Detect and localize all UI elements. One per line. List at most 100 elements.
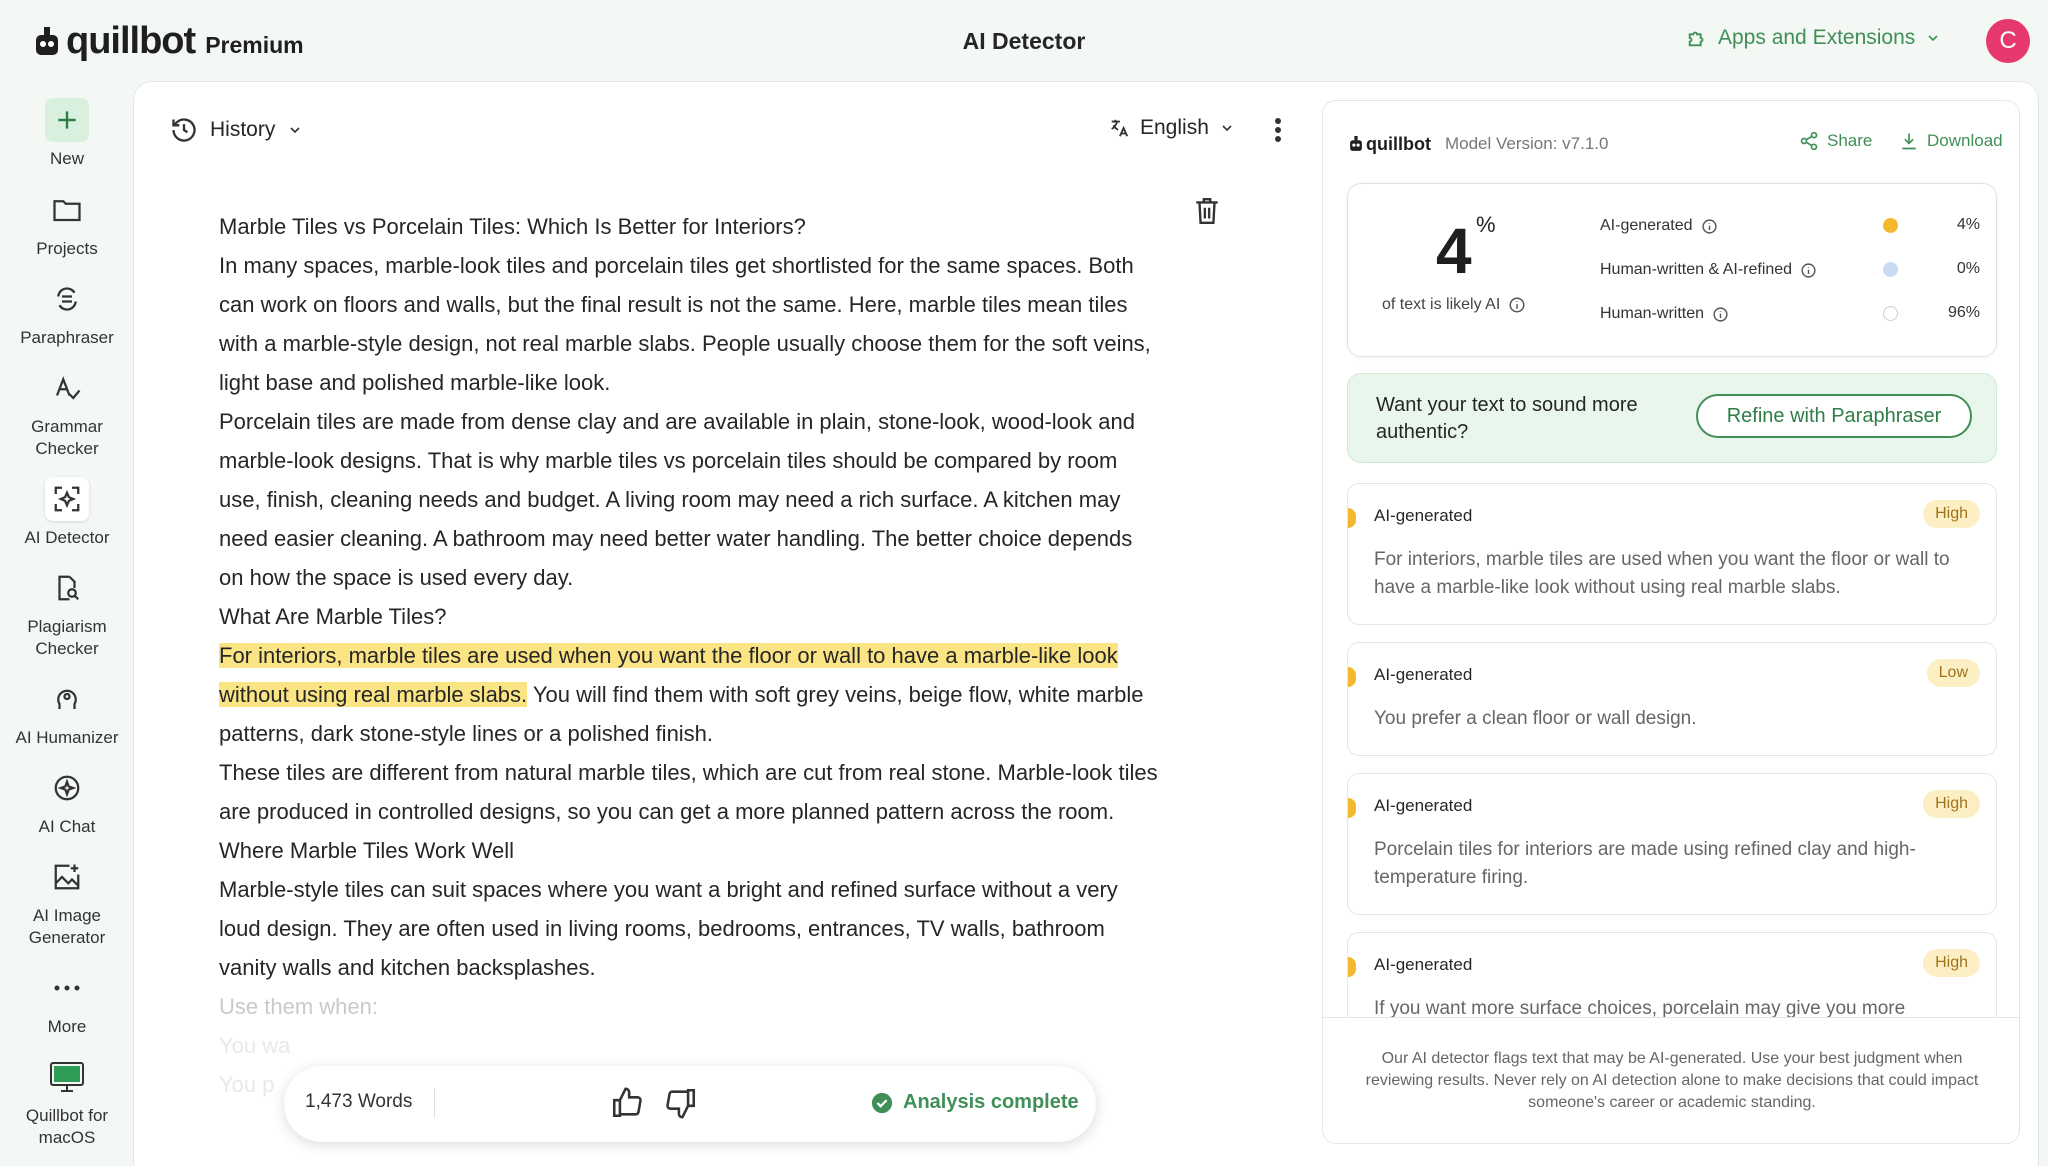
- more-options-button[interactable]: [1268, 116, 1288, 149]
- share-button[interactable]: Share: [1799, 131, 1872, 151]
- apps-and-extensions-button[interactable]: Apps and Extensions: [1686, 26, 1941, 50]
- result-card[interactable]: AI-generated High If you want more surfa…: [1347, 932, 1997, 1021]
- divider: [434, 1088, 435, 1118]
- macos-icon: [45, 1055, 89, 1099]
- history-dropdown[interactable]: History: [170, 116, 303, 144]
- doc-paragraph: In many spaces, marble-look tiles and po…: [219, 253, 1151, 395]
- top-bar: quillbot Premium AI Detector Apps and Ex…: [0, 0, 2048, 82]
- result-badge: Low: [1926, 659, 1980, 687]
- more-icon: [45, 966, 89, 1010]
- breakdown-row-ai-generated: AI-generated 4%: [1600, 214, 1980, 238]
- doc-heading: What Are Marble Tiles?: [219, 604, 447, 629]
- result-badge: High: [1923, 790, 1980, 818]
- sidebar-item-ai-humanizer[interactable]: AI Humanizer: [0, 677, 134, 749]
- result-label: AI-generated: [1374, 665, 1473, 684]
- download-icon: [1902, 133, 1916, 150]
- quillbot-logo-icon: [1350, 136, 1362, 151]
- folder-icon: [45, 188, 89, 232]
- document-text[interactable]: Marble Tiles vs Porcelain Tiles: Which I…: [219, 207, 1159, 1104]
- thumbs-down-button[interactable]: [664, 1086, 698, 1125]
- download-button[interactable]: Download: [1899, 131, 2003, 151]
- plagiarism-icon: [45, 566, 89, 610]
- sidebar-item-ai-image-generator[interactable]: AI Image Generator: [0, 855, 134, 949]
- ai-score-caption: of text is likely AI: [1382, 296, 1526, 314]
- result-text: Porcelain tiles for interiors are made u…: [1374, 839, 1916, 888]
- refine-prompt-text: Want your text to sound more authentic?: [1376, 394, 1638, 443]
- doc-line-faded: You wa: [219, 1033, 291, 1058]
- sidebar-item-label: AI Chat: [38, 817, 96, 836]
- result-indicator: [1348, 957, 1356, 977]
- breakdown-value: 96%: [1947, 304, 1980, 321]
- ai-detection-results-panel: quillbot Model Version: v7.1.0 Share Dow…: [1322, 100, 2020, 1144]
- ai-score-value: 4: [1436, 215, 1472, 287]
- result-label: AI-generated: [1374, 796, 1473, 815]
- logo-mark: quillbot: [34, 20, 196, 63]
- sidebar-item-grammar-checker[interactable]: Grammar Checker: [0, 366, 134, 460]
- refine-with-paraphraser-button[interactable]: Refine with Paraphraser: [1696, 394, 1972, 438]
- ai-score-card: 4 % of text is likely AI AI-generated 4%…: [1347, 183, 1997, 357]
- sidebar-item-new[interactable]: New: [0, 98, 134, 170]
- sidebar-item-ai-chat[interactable]: AI Chat: [0, 766, 134, 838]
- check-circle-icon: [871, 1092, 893, 1113]
- disclaimer-text: Our AI detector flags text that may be A…: [1365, 1050, 1979, 1111]
- sidebar-item-label: AI Detector: [24, 528, 110, 547]
- thumbs-down-icon: [666, 1088, 696, 1119]
- info-icon[interactable]: [1712, 306, 1729, 323]
- result-card[interactable]: AI-generated High For interiors, marble …: [1347, 483, 1997, 625]
- results-list: AI-generated High For interiors, marble …: [1347, 483, 1997, 1021]
- result-indicator: [1348, 667, 1356, 687]
- editor-status-bar: 1,473 Words Analysis complete: [284, 1066, 1096, 1142]
- language-dropdown[interactable]: English: [1108, 116, 1235, 140]
- breakdown-dot-ai: [1883, 218, 1898, 233]
- result-card[interactable]: AI-generated High Porcelain tiles for in…: [1347, 773, 1997, 915]
- result-badge: High: [1923, 949, 1980, 977]
- chevron-down-icon: [1222, 125, 1232, 132]
- refine-prompt-card: Want your text to sound more authentic? …: [1347, 373, 1997, 463]
- doc-line: Marble Tiles vs Porcelain Tiles: Which I…: [219, 214, 806, 239]
- breakdown-value: 0%: [1956, 260, 1980, 277]
- thumbs-up-button[interactable]: [610, 1086, 644, 1125]
- ai-score-caption-text: of text is likely AI: [1382, 296, 1501, 313]
- sidebar-item-quillbot-for-macos[interactable]: Quillbot for macOS: [0, 1055, 134, 1149]
- quillbot-logo[interactable]: quillbot Premium: [34, 20, 304, 63]
- breakdown-row-human-written: Human-written 96%: [1600, 302, 1980, 326]
- avatar[interactable]: C: [1986, 19, 2030, 63]
- result-text: For interiors, marble tiles are used whe…: [1374, 549, 1950, 598]
- panel-header: quillbot Model Version: v7.1.0 Share Dow…: [1349, 129, 2003, 159]
- puzzle-icon: [1688, 31, 1704, 47]
- result-label: AI-generated: [1374, 506, 1473, 525]
- info-icon[interactable]: [1701, 218, 1718, 235]
- breakdown-label: Human-written: [1600, 305, 1705, 322]
- sidebar: New Projects Paraphraser Grammar Checker…: [0, 82, 134, 1166]
- delete-text-button[interactable]: [1194, 196, 1220, 231]
- sidebar-item-ai-detector[interactable]: AI Detector: [0, 477, 134, 549]
- share-icon: [1800, 131, 1818, 151]
- sidebar-item-plagiarism-checker[interactable]: Plagiarism Checker: [0, 566, 134, 660]
- grammar-icon: [45, 366, 89, 410]
- history-icon: [172, 118, 196, 142]
- analysis-status: Analysis complete: [871, 1091, 1079, 1114]
- doc-paragraph: These tiles are different from natural m…: [219, 760, 1158, 824]
- language-label: English: [1140, 116, 1209, 139]
- sidebar-item-label: New: [49, 149, 84, 168]
- disclaimer: Our AI detector flags text that may be A…: [1323, 1017, 2019, 1143]
- sidebar-item-paraphraser[interactable]: Paraphraser: [0, 277, 134, 349]
- doc-line-faded: Use them when:: [219, 994, 378, 1019]
- model-version: Model Version: v7.1.0: [1444, 134, 1609, 153]
- kebab-menu-icon: [1275, 118, 1281, 142]
- info-icon[interactable]: [1508, 296, 1526, 314]
- breakdown-dot-refined: [1883, 262, 1898, 277]
- panel-logo: quillbot: [1349, 134, 1431, 155]
- doc-heading: Where Marble Tiles Work Well: [219, 838, 515, 863]
- humanizer-icon: [45, 677, 89, 721]
- result-card[interactable]: AI-generated Low You prefer a clean floo…: [1347, 642, 1997, 756]
- paraphraser-icon: [45, 277, 89, 321]
- analysis-status-label: Analysis complete: [903, 1091, 1079, 1113]
- quillbot-logo-icon: [36, 26, 58, 55]
- sidebar-item-projects[interactable]: Projects: [0, 188, 134, 260]
- ai-score-unit: %: [1476, 212, 1496, 237]
- info-icon[interactable]: [1800, 262, 1817, 279]
- sidebar-item-more[interactable]: More: [0, 966, 134, 1038]
- breakdown-row-human-ai-refined: Human-written & AI-refined 0%: [1600, 258, 1980, 282]
- thumbs-up-icon: [612, 1087, 642, 1118]
